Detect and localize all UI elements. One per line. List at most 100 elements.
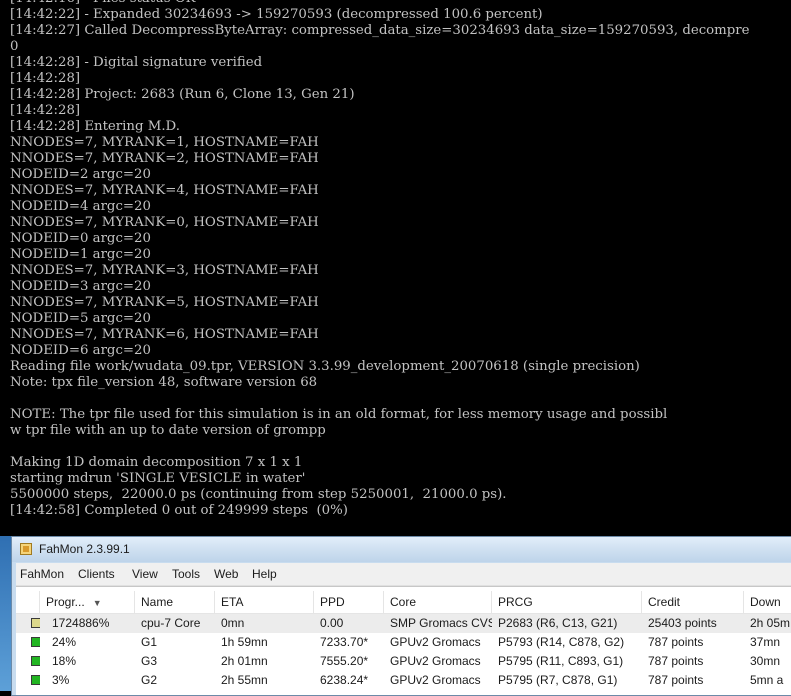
cell-credit: 787 points [648,635,704,649]
console-line: NNODES=7, MYRANK=2, HOSTNAME=FAH [10,151,319,166]
console-line: NODEID=0 argc=20 [10,231,151,246]
cell-download: 37mn [750,635,781,649]
cell-name: cpu-7 Core [141,616,201,630]
cell-eta: 1h 59mn [221,635,268,649]
console-line: NNODES=7, MYRANK=4, HOSTNAME=FAH [10,183,319,198]
cell-status [16,614,40,633]
table-row[interactable]: 1724886% cpu-7 Core 0mn 0.00 SMP Gromacs CVS… [16,614,791,633]
console-line: [14:42:28] [10,103,81,118]
cell-core: SMP Gromacs CVS [390,616,492,630]
cell-eta: 0mn [221,616,245,630]
menu-tools[interactable]: Tools [172,567,200,581]
console-line: 5500000 steps, 22000.0 ps (continuing fr… [10,487,507,502]
console-line: NODEID=3 argc=20 [10,279,151,294]
column-header-download[interactable]: Down [744,591,791,613]
menu-help[interactable]: Help [252,567,277,581]
console-line: NNODES=7, MYRANK=1, HOSTNAME=FAH [10,135,319,150]
cell-prcg: P5795 (R7, C878, G1) [498,673,618,687]
console-line: NOTE: The tpr file used for this simulat… [10,407,668,422]
title-bar[interactable]: FahMon 2.3.99.1 [12,537,791,562]
fahmon-window: FahMon 2.3.99.1 FahMon Clients View Tool… [11,536,791,696]
table-row[interactable]: 24% G1 1h 59mn 7233.70* GPUv2 Gromacs P5793 (… [16,633,791,652]
cell-status [16,671,40,690]
cell-progress: 24% [52,635,77,649]
console-line: [14:42:16] - Files status OK [10,0,750,7]
console-window: [14:42:16] - Files status OK[14:42:22] -… [0,0,791,536]
cell-core: GPUv2 Gromacs [390,635,481,649]
cell-ppd: 7233.70* [320,635,369,649]
cell-status [16,633,40,652]
menu-clients[interactable]: Clients [78,567,115,581]
console-line: [14:42:28] Project: 2683 (Run 6, Clone 1… [10,87,355,102]
cell-core: GPUv2 Gromacs [390,673,481,687]
cell-credit: 787 points [648,654,704,668]
status-indicator-icon [31,656,40,666]
fahmon-app-icon[interactable] [20,543,32,555]
console-line: Reading file work/wudata_09.tpr, VERSION… [10,359,640,374]
console-line: Note: tpx file_version 48, software vers… [10,375,318,390]
cell-download: 5mn a [750,673,784,687]
cell-prcg: P5795 (R11, C893, G1) [498,654,624,668]
console-line: [14:42:58] Completed 0 out of 249999 ste… [10,503,348,518]
column-header-status[interactable] [16,591,40,613]
console-line: NNODES=7, MYRANK=3, HOSTNAME=FAH [10,263,319,278]
list-header: Progr... ▼ Name ETA PPD Core PRCG Credit … [16,591,791,614]
console-line: [14:42:28] Entering M.D. [10,119,180,134]
console-line: NNODES=7, MYRANK=0, HOSTNAME=FAH [10,215,319,230]
cell-name: G3 [141,654,158,668]
cell-ppd: 7555.20* [320,654,369,668]
console-line: starting mdrun 'SINGLE VESICLE in water' [10,471,306,486]
console-line: NNODES=7, MYRANK=6, HOSTNAME=FAH [10,327,319,342]
cell-prcg: P2683 (R6, C13, G21) [498,616,618,630]
table-row[interactable]: 3% G2 2h 55mn 6238.24* GPUv2 Gromacs P5795 (R… [16,671,791,690]
cell-progress: 18% [52,654,77,668]
cell-eta: 2h 01mn [221,654,268,668]
menu-bar: FahMon Clients View Tools Web Help [16,563,791,586]
console-line: w tpr file with an up to date version of… [10,423,326,438]
console-line: NODEID=6 argc=20 [10,343,151,358]
column-header-progress-label: Progr... [46,595,85,609]
console-line: [14:42:27] Called DecompressByteArray: c… [10,23,750,38]
cell-ppd: 0.00 [320,616,344,630]
column-header-core[interactable]: Core [384,591,492,613]
cell-credit: 25403 points [648,616,717,630]
console-line: NNODES=7, MYRANK=5, HOSTNAME=FAH [10,295,319,310]
cell-download: 2h 05m [750,616,791,630]
column-header-prcg[interactable]: PRCG [492,591,642,613]
column-header-ppd[interactable]: PPD [314,591,384,613]
console-line: NODEID=1 argc=20 [10,247,151,262]
cell-progress: 3% [52,673,70,687]
column-header-progress[interactable]: Progr... ▼ [40,591,135,613]
cell-prcg: P5793 (R14, C878, G2) [498,635,625,649]
column-header-name[interactable]: Name [135,591,215,613]
cell-download: 30mn [750,654,781,668]
sort-descending-icon: ▼ [92,598,102,608]
status-indicator-icon [31,637,40,647]
console-line: NODEID=2 argc=20 [10,167,151,182]
menu-fahmon[interactable]: FahMon [20,567,64,581]
cell-name: G2 [141,673,158,687]
console-line: Making 1D domain decomposition 7 x 1 x 1 [10,455,303,470]
cell-core: GPUv2 Gromacs [390,654,481,668]
menu-web[interactable]: Web [214,567,238,581]
console-line: 0 [10,39,19,54]
status-indicator-icon [31,675,40,685]
status-indicator-icon [31,618,40,628]
console-line: [14:42:22] - Expanded 30234693 -> 159270… [10,7,543,22]
cell-ppd: 6238.24* [320,673,369,687]
console-output: [14:42:16] - Files status OK[14:42:22] -… [10,0,750,519]
cell-credit: 787 points [648,673,704,687]
window-title: FahMon 2.3.99.1 [39,542,130,556]
menu-view[interactable]: View [132,567,158,581]
console-line: [14:42:28] - Digital signature verified [10,55,263,70]
console-line: NODEID=4 argc=20 [10,199,151,214]
column-header-credit[interactable]: Credit [642,591,744,613]
cell-name: G1 [141,635,158,649]
console-line: [14:42:28] [10,71,81,86]
table-row[interactable]: 18% G3 2h 01mn 7555.20* GPUv2 Gromacs P5795 (… [16,652,791,671]
cell-eta: 2h 55mn [221,673,268,687]
client-list: Progr... ▼ Name ETA PPD Core PRCG Credit … [16,586,791,695]
column-header-eta[interactable]: ETA [215,591,314,613]
